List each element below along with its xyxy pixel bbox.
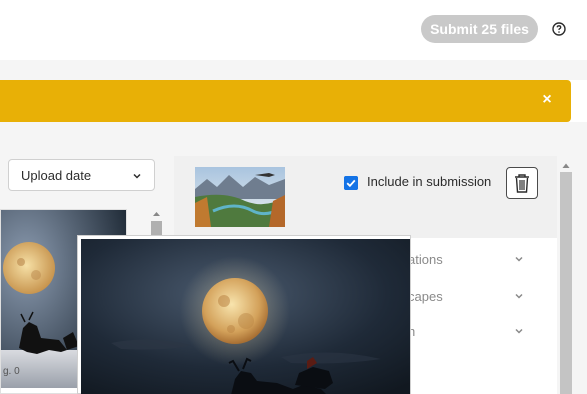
chevron-down-icon (515, 293, 523, 299)
question-circle-icon[interactable] (552, 22, 566, 36)
include-checkbox[interactable] (344, 176, 358, 190)
warning-banner (0, 80, 571, 122)
accordion-row[interactable]: capes (408, 287, 538, 307)
detail-header: Include in submission (174, 156, 557, 238)
accordion-label: capes (408, 289, 443, 304)
image-preview-popup (77, 235, 411, 394)
file-meta-text: g. 0 (3, 366, 20, 377)
chevron-down-icon (515, 328, 523, 334)
detail-scrollbar[interactable] (558, 156, 574, 394)
chevron-down-icon (515, 256, 523, 262)
scroll-up-icon[interactable] (152, 210, 161, 218)
submit-files-button[interactable]: Submit 25 files (421, 15, 538, 43)
accordion-label: ations (408, 252, 443, 267)
delete-button[interactable] (506, 167, 538, 199)
trash-icon (515, 174, 529, 193)
include-checkbox-label[interactable]: Include in submission (367, 174, 491, 189)
selected-file-thumbnail (195, 167, 285, 227)
top-bar: Submit 25 files (0, 0, 587, 60)
sort-dropdown[interactable]: Upload date (8, 159, 155, 191)
accordion-row[interactable]: h (408, 322, 538, 342)
sort-dropdown-value: Upload date (21, 168, 92, 183)
header-divider (0, 60, 587, 80)
close-icon[interactable]: × (540, 92, 554, 108)
moon-sleigh-preview-image (81, 239, 410, 394)
accordion-row[interactable]: ations (408, 250, 538, 270)
grid-scrollbar-thumb[interactable] (151, 221, 162, 235)
detail-scrollbar-thumb[interactable] (560, 172, 572, 394)
scroll-up-icon[interactable] (562, 162, 570, 169)
chevron-down-icon (133, 173, 141, 179)
